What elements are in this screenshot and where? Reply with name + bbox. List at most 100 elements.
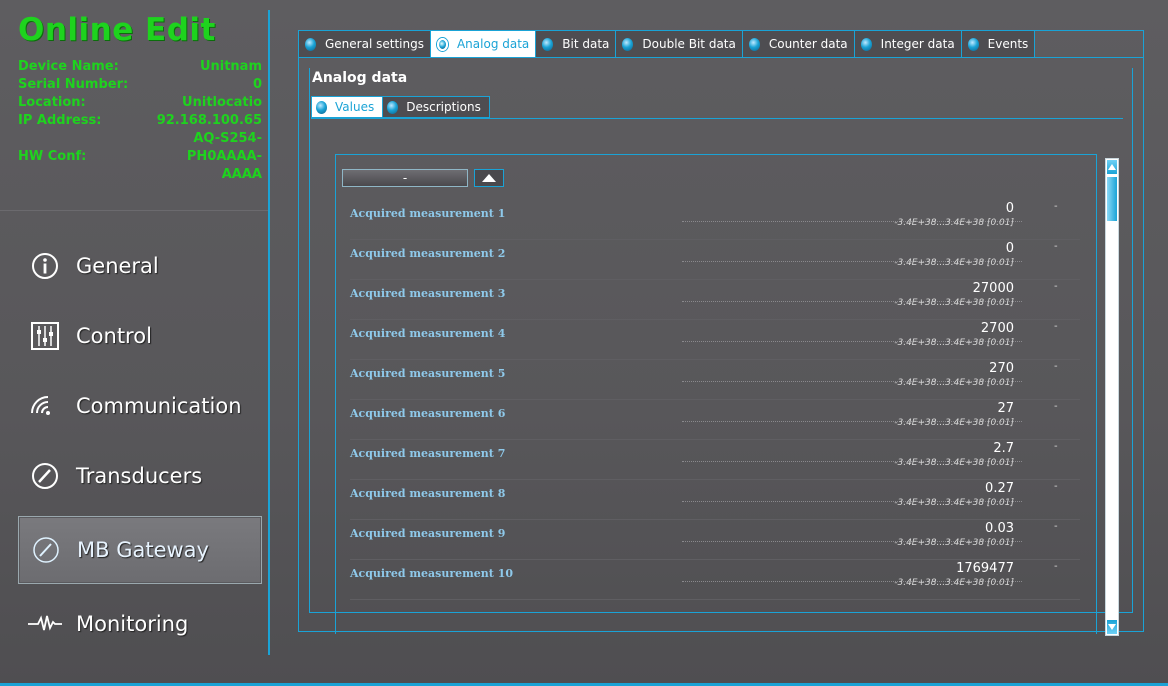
- serial-number-value: 0: [252, 77, 262, 92]
- subtab-values[interactable]: Values: [311, 96, 384, 118]
- row-separator: [350, 239, 1080, 240]
- measurement-unit: -: [1054, 321, 1058, 332]
- nav-item-control[interactable]: Control: [18, 306, 262, 366]
- measurement-name: Acquired measurement 4: [350, 327, 506, 340]
- nav-item-mb-gateway[interactable]: MB Gateway: [18, 516, 262, 584]
- wifi-icon: [28, 389, 62, 423]
- collapse-button-label: -: [402, 171, 408, 185]
- tab-label: Bit data: [562, 37, 610, 51]
- table-row[interactable]: Acquired measurement 8 0.27 -3.4E+38...3.4…: [336, 481, 1096, 521]
- measurement-value[interactable]: 2700: [981, 321, 1014, 336]
- table-row[interactable]: Acquired measurement 2 0 -3.4E+38...3.4E+3…: [336, 241, 1096, 281]
- tab-label: General settings: [325, 37, 424, 51]
- subtab-label: Descriptions: [406, 100, 481, 114]
- measurement-value[interactable]: 27000: [973, 281, 1014, 296]
- device-info-divider: [0, 210, 268, 211]
- device-name-row: Device Name: Unitnam: [18, 58, 262, 76]
- measurement-range: -3.4E+38...3.4E+38 [0.01]: [894, 498, 1014, 508]
- nav-item-label: Communication: [76, 394, 242, 418]
- scrollbar-down-arrow[interactable]: [1107, 620, 1117, 634]
- table-row[interactable]: Acquired measurement 10 1769477 -3.4E+38..…: [336, 561, 1096, 601]
- measurement-name: Acquired measurement 1: [350, 207, 506, 220]
- list-controls: -: [342, 169, 504, 187]
- table-row[interactable]: Acquired measurement 7 2.7 -3.4E+38...3.4E…: [336, 441, 1096, 481]
- row-separator: [350, 599, 1080, 600]
- row-separator: [350, 359, 1080, 360]
- serial-number-label: Serial Number:: [18, 77, 129, 92]
- nav-item-general[interactable]: General: [18, 236, 262, 296]
- row-separator: [350, 279, 1080, 280]
- measurement-name: Acquired measurement 7: [350, 447, 506, 460]
- hw-conf-value-cont: AAAA: [221, 167, 262, 182]
- tab-integer-data[interactable]: Integer data: [854, 31, 962, 57]
- vertical-scrollbar[interactable]: [1105, 158, 1119, 636]
- gauge-icon: [29, 533, 63, 567]
- table-row[interactable]: Acquired measurement 3 27000 -3.4E+38...3.…: [336, 281, 1096, 321]
- tab-bit-data[interactable]: Bit data: [536, 31, 617, 57]
- row-separator: [350, 519, 1080, 520]
- subtab-bullet-icon: [316, 100, 327, 114]
- scroll-up-button[interactable]: [474, 169, 504, 187]
- location-value: Unitlocatio: [182, 95, 262, 110]
- location-row: Location: Unitlocatio: [18, 94, 262, 112]
- subtab-bullet-icon: [387, 100, 399, 114]
- tab-analog-data[interactable]: Analog data: [430, 31, 537, 57]
- nav-item-monitoring[interactable]: Monitoring: [18, 594, 262, 654]
- triangle-up-icon: [482, 174, 496, 182]
- ip-address-row: IP Address: 92.168.100.65: [18, 112, 262, 130]
- measurement-unit: -: [1054, 561, 1058, 572]
- collapse-button[interactable]: -: [342, 169, 468, 187]
- sidebar: Online Edit Device Name: Unitnam Serial …: [0, 0, 270, 660]
- measurement-value[interactable]: 0: [1006, 241, 1014, 256]
- measurement-range: -3.4E+38...3.4E+38 [0.01]: [894, 458, 1014, 468]
- tab-bullet-icon: [305, 37, 316, 51]
- table-row[interactable]: Acquired measurement 5 270 -3.4E+38...3.4E…: [336, 361, 1096, 401]
- measurement-value[interactable]: 0.27: [985, 481, 1014, 496]
- tab-bullet-icon: [622, 37, 634, 51]
- table-row[interactable]: Acquired measurement 1 0 -3.4E+38...3.4E+3…: [336, 201, 1096, 241]
- model-value: AQ-S254-: [193, 131, 262, 146]
- nav-item-label: MB Gateway: [77, 538, 209, 562]
- measurement-value[interactable]: 2.7: [993, 441, 1014, 456]
- serial-number-row: Serial Number: 0: [18, 76, 262, 94]
- triangle-down-icon: [1108, 624, 1116, 630]
- subtab-bar: Values Descriptions: [311, 96, 490, 118]
- measurement-value[interactable]: 270: [989, 361, 1014, 376]
- row-separator: [350, 439, 1080, 440]
- measurement-unit: -: [1054, 481, 1058, 492]
- subtab-descriptions[interactable]: Descriptions: [383, 96, 490, 118]
- tab-general-settings[interactable]: General settings: [299, 31, 431, 57]
- table-row[interactable]: Acquired measurement 9 0.03 -3.4E+38...3.4…: [336, 521, 1096, 561]
- model-row: AQ-S254-: [18, 130, 262, 148]
- tab-events[interactable]: Events: [961, 31, 1036, 57]
- measurement-range: -3.4E+38...3.4E+38 [0.01]: [894, 578, 1014, 588]
- nav-item-communication[interactable]: Communication: [18, 376, 262, 436]
- measurement-value[interactable]: 27: [997, 401, 1014, 416]
- tab-bullet-icon: [542, 37, 554, 51]
- measurement-unit: -: [1054, 401, 1058, 412]
- measurement-name: Acquired measurement 9: [350, 527, 506, 540]
- scrollbar-thumb[interactable]: [1107, 177, 1117, 221]
- hw-conf-row: HW Conf: PH0AAAA-: [18, 148, 262, 166]
- tab-label: Events: [987, 37, 1029, 51]
- hw-conf-label: HW Conf:: [18, 149, 87, 164]
- table-row[interactable]: Acquired measurement 4 2700 -3.4E+38...3.4…: [336, 321, 1096, 361]
- ip-address-value: 92.168.100.65: [156, 113, 262, 128]
- measurement-name: Acquired measurement 3: [350, 287, 506, 300]
- measurement-value[interactable]: 1769477: [956, 561, 1014, 576]
- main-panel: General settings Analog data Bit data Do…: [298, 30, 1144, 636]
- measurement-value[interactable]: 0.03: [985, 521, 1014, 536]
- tab-double-bit-data[interactable]: Double Bit data: [616, 31, 743, 57]
- info-icon: [28, 249, 62, 283]
- tab-counter-data[interactable]: Counter data: [742, 31, 855, 57]
- scrollbar-up-arrow[interactable]: [1107, 160, 1117, 174]
- measurement-range: -3.4E+38...3.4E+38 [0.01]: [894, 218, 1014, 228]
- measurement-unit: -: [1054, 241, 1058, 252]
- subtab-underline: [311, 118, 1123, 119]
- tab-bullet-icon: [967, 37, 979, 51]
- measurement-unit: -: [1054, 281, 1058, 292]
- table-row[interactable]: Acquired measurement 6 27 -3.4E+38...3.4E+…: [336, 401, 1096, 441]
- tab-label: Double Bit data: [642, 37, 736, 51]
- nav-item-transducers[interactable]: Transducers: [18, 446, 262, 506]
- measurement-value[interactable]: 0: [1006, 201, 1014, 216]
